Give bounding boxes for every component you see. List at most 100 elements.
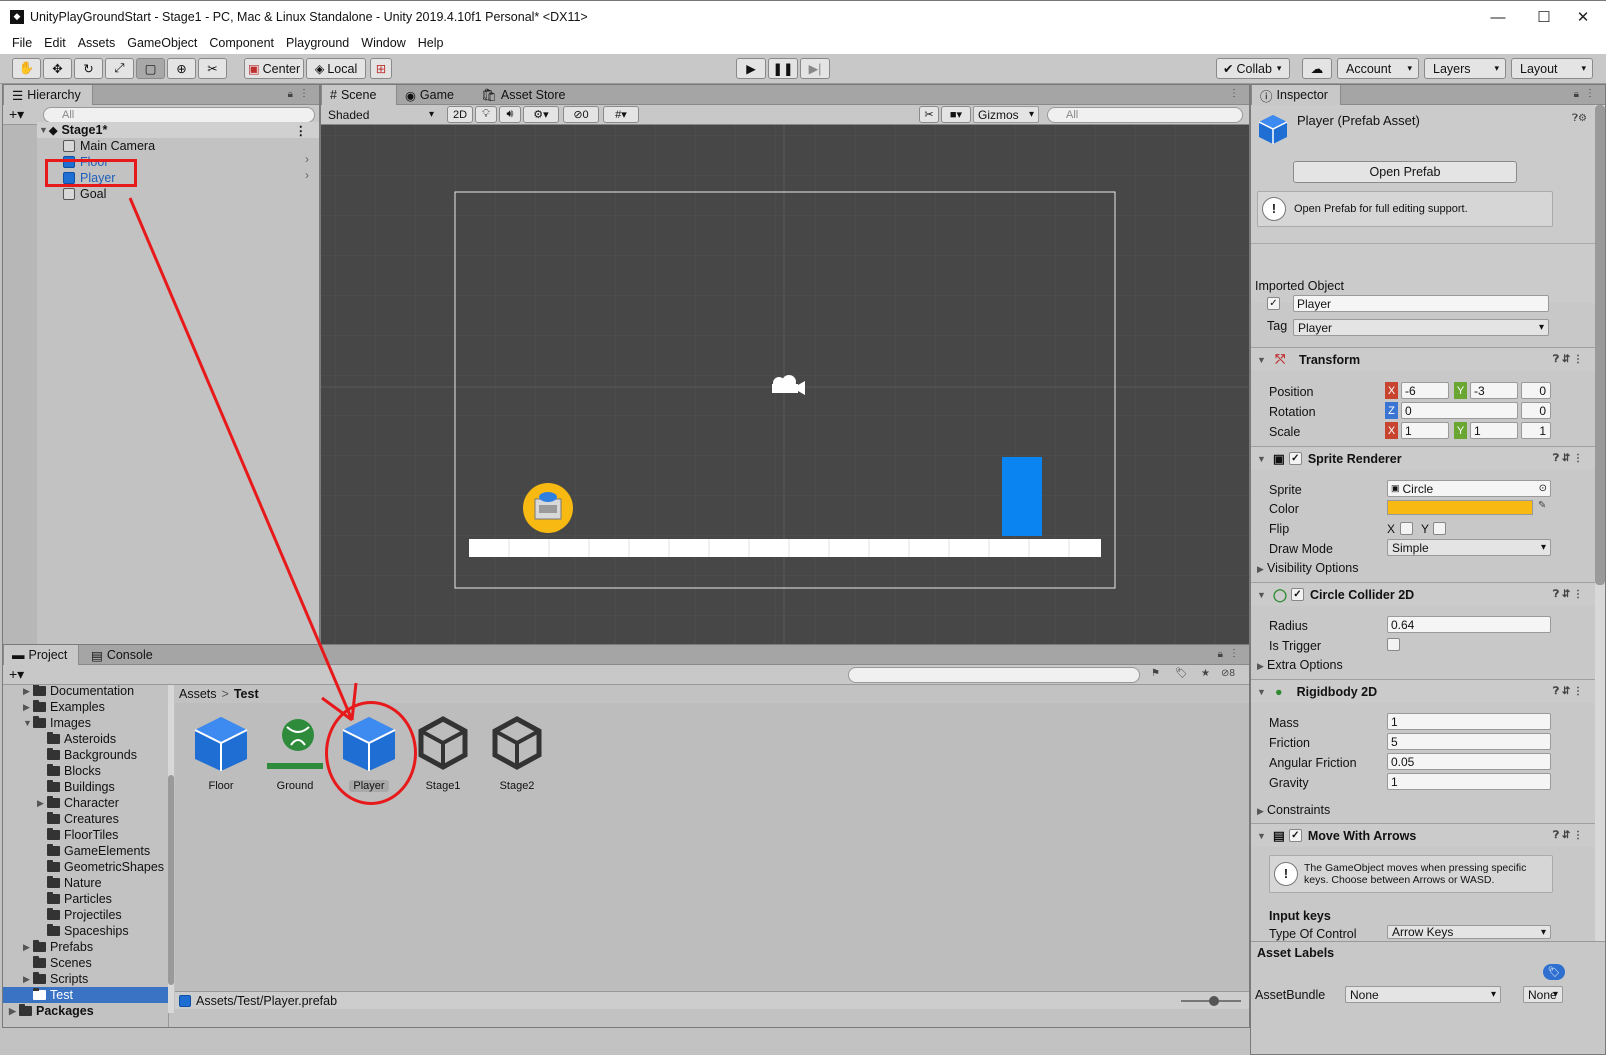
is-trigger-checkbox[interactable] bbox=[1387, 638, 1400, 651]
hand-tool-icon[interactable]: ✋ bbox=[12, 58, 41, 79]
collider-enabled-checkbox[interactable]: ✓ bbox=[1291, 588, 1304, 601]
cloud-icon[interactable]: ☁ bbox=[1302, 58, 1332, 79]
grid-snap-icon[interactable]: ⊞ bbox=[370, 58, 392, 79]
move-with-arrows-header[interactable]: ▼ ▤ ✓ Move With Arrows ❓︎ ⇵ ⋮ bbox=[1251, 823, 1595, 847]
lighting-icon[interactable]: 💡︎ bbox=[475, 106, 497, 123]
folder-tree-item[interactable]: Particles bbox=[3, 891, 168, 907]
grid-dropdown[interactable]: #▾ bbox=[603, 106, 639, 123]
sprite-renderer-header[interactable]: ▼ ▣ ✓ Sprite Renderer ❓︎ ⇵ ⋮ bbox=[1251, 446, 1595, 470]
create-plus-icon[interactable]: +▾ bbox=[9, 106, 24, 123]
project-search-input[interactable] bbox=[848, 667, 1140, 683]
component-menu-icon[interactable]: ❓︎ ⇵ ⋮ bbox=[1553, 830, 1583, 841]
gizmos-dropdown[interactable]: Gizmos bbox=[973, 106, 1039, 123]
tab-scene[interactable]: # Scene bbox=[321, 85, 397, 105]
extra-options-foldout[interactable]: ▶ Extra Options bbox=[1257, 658, 1343, 672]
floor-sprite[interactable] bbox=[469, 539, 1101, 557]
folder-tree-item[interactable]: ▼ Images bbox=[3, 715, 168, 731]
menu-playground[interactable]: Playground bbox=[280, 36, 355, 50]
asset-ground[interactable]: Ground bbox=[259, 713, 331, 792]
color-swatch[interactable] bbox=[1387, 500, 1533, 515]
position-x-field[interactable]: -6 bbox=[1401, 382, 1449, 399]
transform-tool-icon[interactable]: ⊕ bbox=[167, 58, 196, 79]
folder-tree-item[interactable]: ▶ Examples bbox=[3, 699, 168, 715]
component-menu-icon[interactable]: ❓︎ ⇵ ⋮ bbox=[1553, 453, 1583, 464]
position-y-field[interactable]: -3 bbox=[1470, 382, 1518, 399]
rotate-tool-icon[interactable]: ↻ bbox=[74, 58, 103, 79]
shading-mode-dropdown[interactable]: Shaded bbox=[323, 106, 439, 123]
asset-bundle-variant-dropdown[interactable]: None bbox=[1523, 986, 1563, 1003]
folder-tree-item[interactable]: Buildings bbox=[3, 779, 168, 795]
component-menu-icon[interactable]: ❓︎ ⇵ ⋮ bbox=[1553, 354, 1583, 365]
foldout-arrow-icon[interactable]: ▶ bbox=[23, 686, 33, 697]
play-button[interactable]: ▶ bbox=[736, 58, 766, 79]
tab-project[interactable]: ▬ Project bbox=[3, 645, 79, 665]
script-enabled-checkbox[interactable]: ✓ bbox=[1288, 829, 1302, 842]
step-button[interactable]: ▶| bbox=[800, 58, 830, 79]
angular-friction-field[interactable]: 0.05 bbox=[1387, 753, 1551, 770]
menu-help[interactable]: Help bbox=[412, 36, 450, 50]
menu-window[interactable]: Window bbox=[355, 36, 411, 50]
custom-tool-icon[interactable]: ✂ bbox=[198, 58, 227, 79]
chevron-right-icon[interactable]: › bbox=[305, 152, 309, 166]
hierarchy-search-input[interactable]: All bbox=[43, 107, 315, 123]
folder-tree-item[interactable]: Spaceships bbox=[3, 923, 168, 939]
tab-console[interactable]: ▤ Console bbox=[83, 645, 163, 665]
foldout-arrow-icon[interactable]: ▼ bbox=[23, 718, 33, 728]
open-prefab-button[interactable]: Open Prefab bbox=[1293, 161, 1517, 183]
object-name-input[interactable]: Player bbox=[1293, 295, 1549, 312]
lock-icon[interactable]: 🔒︎ bbox=[1218, 649, 1223, 660]
more-options-icon[interactable]: ⋮ bbox=[1229, 88, 1239, 99]
component-menu-icon[interactable]: ❓︎ ⇵ ⋮ bbox=[1553, 589, 1583, 600]
scene-search-input[interactable]: All bbox=[1047, 107, 1243, 123]
flip-x-checkbox[interactable] bbox=[1400, 522, 1413, 535]
foldout-arrow-icon[interactable]: ▶ bbox=[23, 974, 33, 985]
tab-inspector[interactable]: ⓘ Inspector bbox=[1251, 85, 1341, 105]
scene-canvas[interactable] bbox=[321, 125, 1249, 656]
folder-tree-item[interactable]: Scenes bbox=[3, 955, 168, 971]
pivot-center-button[interactable]: ▣ Center bbox=[244, 58, 304, 79]
layers-dropdown[interactable]: Layers ▾ bbox=[1424, 58, 1506, 79]
menu-component[interactable]: Component bbox=[203, 36, 280, 50]
scene-options-icon[interactable]: ⋮ bbox=[295, 123, 308, 138]
menu-gameobject[interactable]: GameObject bbox=[121, 36, 203, 50]
menu-file[interactable]: File bbox=[6, 36, 38, 50]
breadcrumb-test[interactable]: Test bbox=[234, 687, 259, 701]
sprite-field[interactable]: ▣ Circle ⊙ bbox=[1387, 480, 1551, 497]
folder-tree-item[interactable]: Asteroids bbox=[3, 731, 168, 747]
sprite-renderer-enabled-checkbox[interactable]: ✓ bbox=[1288, 452, 1302, 465]
hierarchy-item-goal[interactable]: Goal bbox=[63, 186, 106, 202]
foldout-arrow-icon[interactable]: ▶ bbox=[23, 942, 33, 953]
effects-dropdown[interactable]: ⚙▾ bbox=[523, 106, 559, 123]
visibility-options-foldout[interactable]: ▶ Visibility Options bbox=[1257, 561, 1358, 575]
circle-collider-header[interactable]: ▼ ◯ ✓ Circle Collider 2D ❓︎ ⇵ ⋮ bbox=[1251, 582, 1595, 606]
constraints-foldout[interactable]: ▶ Constraints bbox=[1257, 803, 1330, 817]
object-picker-icon[interactable]: ⊙ bbox=[1539, 483, 1547, 494]
foldout-arrow-icon[interactable]: ▶ bbox=[9, 1006, 19, 1017]
folder-tree-item[interactable]: ▶ Documentation bbox=[3, 685, 168, 699]
scene-root[interactable]: ▼ ◆ Stage1* ⋮ bbox=[37, 122, 319, 138]
breadcrumb-assets[interactable]: Assets bbox=[179, 687, 217, 701]
tag-dropdown[interactable]: Player bbox=[1293, 319, 1549, 336]
folder-tree-item[interactable]: FloorTiles bbox=[3, 827, 168, 843]
more-options-icon[interactable]: ⋮ bbox=[1585, 88, 1595, 99]
position-z-field[interactable]: 0 bbox=[1521, 382, 1551, 399]
tree-scrollbar[interactable] bbox=[168, 685, 174, 1013]
folder-tree-item[interactable]: GeometricShapes bbox=[3, 859, 168, 875]
rect-tool-icon[interactable]: ▢ bbox=[136, 58, 165, 79]
folder-tree-item[interactable]: ▶ Prefabs bbox=[3, 939, 168, 955]
rotation-extra-field[interactable]: 0 bbox=[1521, 402, 1551, 419]
2d-toggle[interactable]: 2D bbox=[447, 106, 473, 123]
folder-tree-item[interactable]: ▶ Character bbox=[3, 795, 168, 811]
folder-tree-item[interactable]: ▶ Scripts bbox=[3, 971, 168, 987]
account-dropdown[interactable]: Account ▾ bbox=[1337, 58, 1419, 79]
hidden-packages-toggle[interactable]: ⊘8 bbox=[1221, 668, 1235, 679]
folder-tree-item[interactable]: Backgrounds bbox=[3, 747, 168, 763]
tab-asset-store[interactable]: 🛍︎ Asset Store bbox=[473, 85, 583, 105]
rotation-z-field[interactable]: 0 bbox=[1401, 402, 1518, 419]
asset-bundle-dropdown[interactable]: None bbox=[1345, 986, 1501, 1003]
lock-icon[interactable]: 🔒︎ bbox=[1574, 89, 1579, 100]
lock-icon[interactable]: 🔒︎ bbox=[288, 89, 293, 100]
scale-y-field[interactable]: 1 bbox=[1470, 422, 1518, 439]
folder-tree-item[interactable]: Test bbox=[3, 987, 168, 1003]
icon-size-slider[interactable] bbox=[1181, 996, 1241, 1006]
